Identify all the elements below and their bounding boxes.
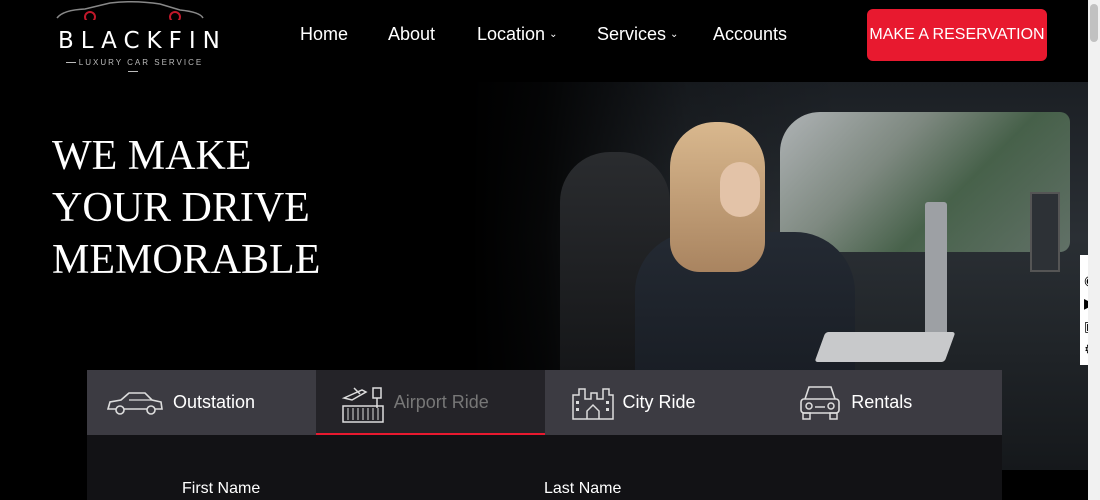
headline-line-2: YOUR DRIVE xyxy=(52,185,310,231)
tab-outstation-label: Outstation xyxy=(173,392,256,412)
scrollbar-thumb[interactable] xyxy=(1090,4,1098,42)
brand-logo[interactable]: BLACKFIN LUXURY CAR SERVICE xyxy=(55,0,220,72)
city-icon xyxy=(571,387,614,420)
first-name-label: First Name xyxy=(182,480,261,497)
nav-accounts[interactable]: Accounts xyxy=(713,24,813,45)
brand-tagline: LUXURY CAR SERVICE xyxy=(59,58,207,76)
nav-accounts-label: Accounts xyxy=(713,24,788,44)
tab-rentals[interactable]: Rentals xyxy=(773,370,1002,435)
nav-location[interactable]: Location ⌄ xyxy=(477,24,597,45)
nav-services-label: Services xyxy=(597,24,667,44)
car-display xyxy=(1030,192,1060,272)
tab-outstation[interactable]: Outstation xyxy=(87,370,316,435)
last-name-label: Last Name xyxy=(544,480,622,497)
nav-home[interactable]: Home xyxy=(300,24,388,45)
passenger-face xyxy=(720,162,760,217)
hero-headline: WE MAKE YOUR DRIVE MEMORABLE xyxy=(52,130,320,286)
brand-name: BLACKFIN xyxy=(58,28,227,54)
laptop xyxy=(814,332,956,362)
airport-icon xyxy=(341,386,384,423)
car-icon xyxy=(106,391,163,415)
tab-city-ride[interactable]: City Ride xyxy=(545,370,774,435)
rental-car-icon xyxy=(800,385,841,420)
tab-airport-ride-label: Airport Ride xyxy=(393,392,489,412)
booking-tabs: Outstation Airport Ride City Ride Rental… xyxy=(87,370,1002,435)
chevron-down-icon: ⌄ xyxy=(549,29,558,40)
headline-line-3: MEMORABLE xyxy=(52,237,321,283)
page-scrollbar[interactable] xyxy=(1088,0,1100,500)
make-reservation-button[interactable]: MAKE A RESERVATION xyxy=(867,9,1047,61)
tab-airport-ride[interactable]: Airport Ride xyxy=(315,370,545,435)
nav-services[interactable]: Services ⌄ xyxy=(597,24,713,45)
nav-location-label: Location xyxy=(477,24,546,44)
car-silhouette-icon xyxy=(56,0,204,20)
nav-home-label: Home xyxy=(300,24,349,44)
chevron-down-icon: ⌄ xyxy=(670,29,679,40)
laptop-screen xyxy=(925,202,947,352)
main-nav: Home About Location ⌄ Services ⌄ Account… xyxy=(300,24,813,45)
nav-about-label: About xyxy=(388,24,436,44)
nav-about[interactable]: About xyxy=(388,24,477,45)
tab-rentals-label: Rentals xyxy=(851,392,913,412)
headline-line-1: WE MAKE xyxy=(52,133,252,179)
tab-city-ride-label: City Ride xyxy=(622,392,696,412)
